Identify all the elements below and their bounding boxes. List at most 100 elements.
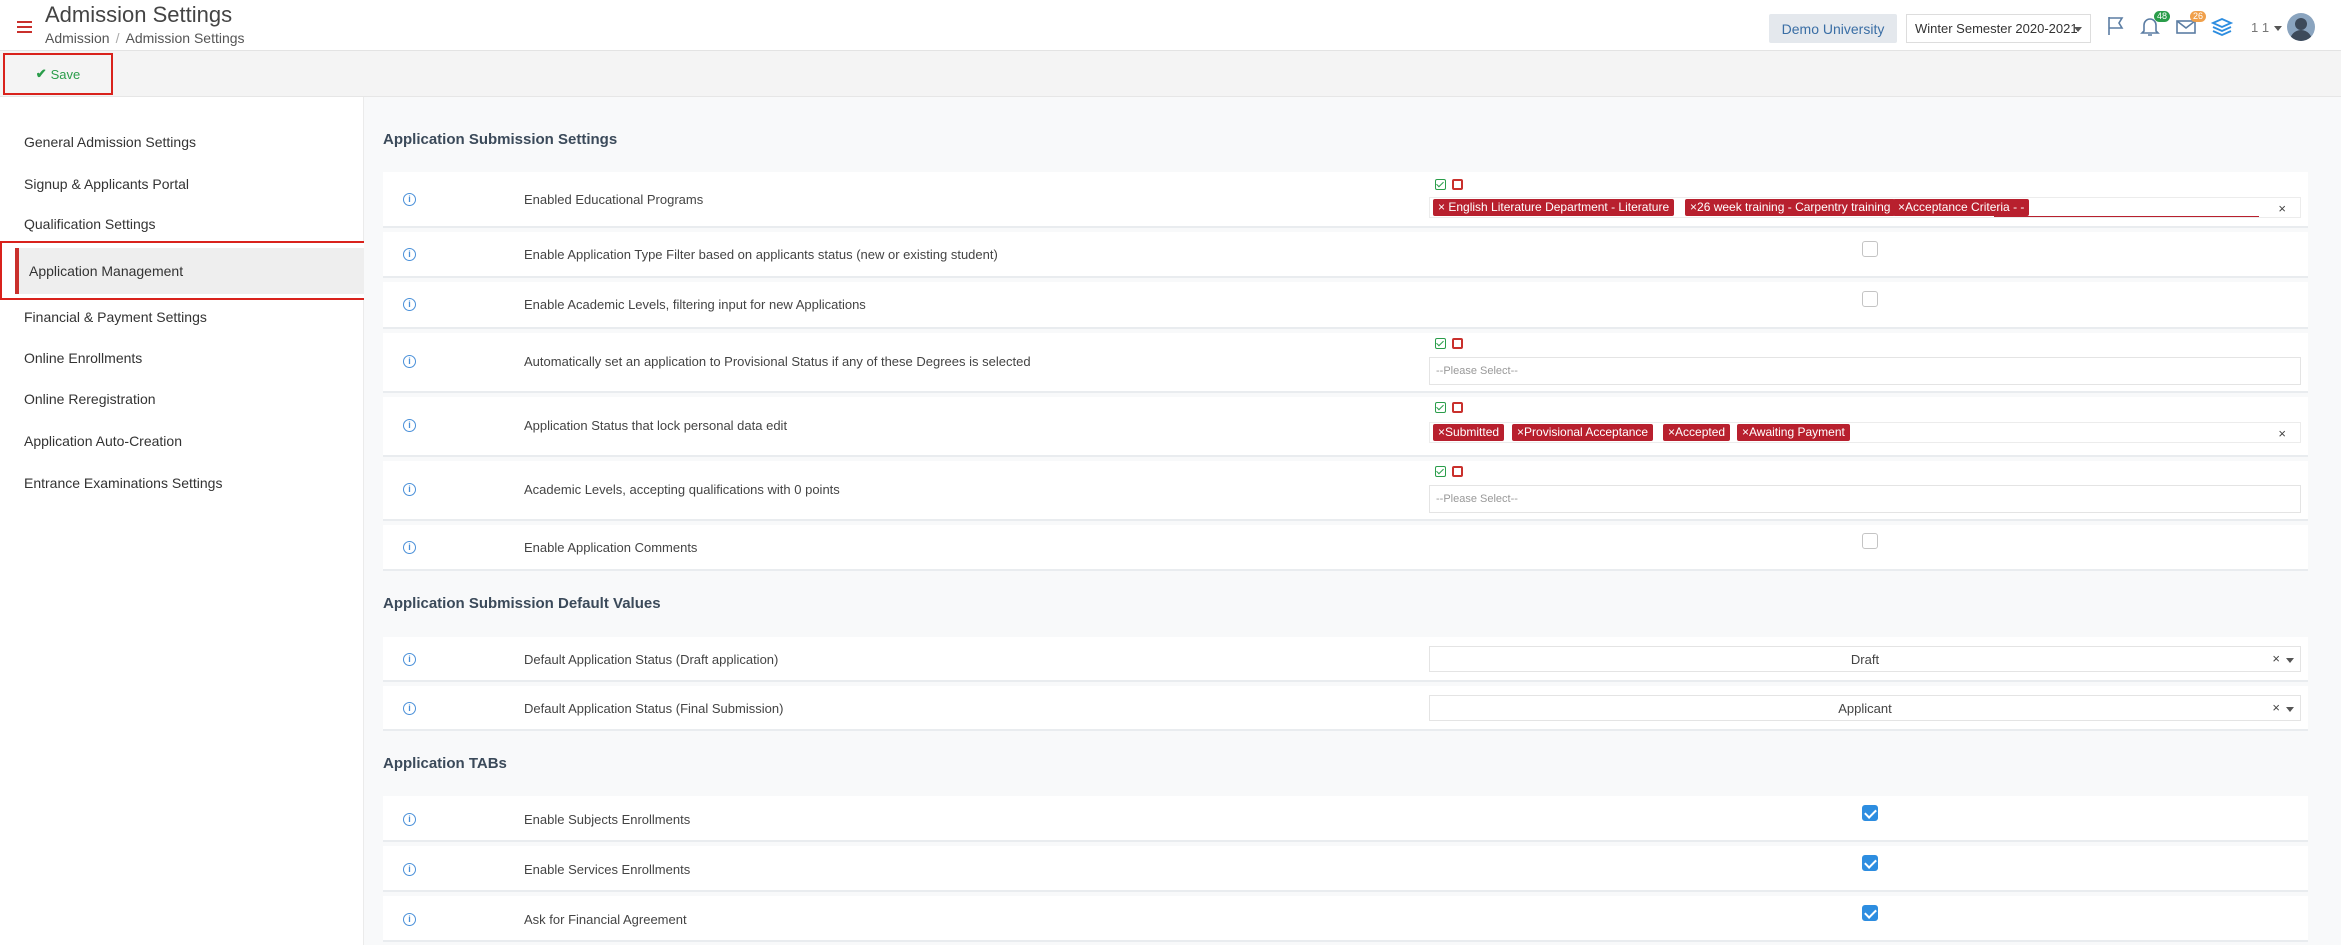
- financial-agreement-checkbox[interactable]: [1862, 905, 1878, 921]
- info-icon[interactable]: i: [403, 702, 416, 715]
- provisional-degrees-select[interactable]: --Please Select--: [1429, 357, 2301, 385]
- draft-status-select[interactable]: Draft ×: [1429, 646, 2301, 672]
- subjects-enrollments-checkbox[interactable]: [1862, 805, 1878, 821]
- educational-programs-tag-input[interactable]: × English Literature Department - Litera…: [1429, 197, 2301, 218]
- top-header: Admission Settings Admission / Admission S…: [0, 0, 2341, 51]
- breadcrumb-link-admission[interactable]: Admission: [45, 30, 110, 46]
- setting-row: i Ask for Financial Agreement: [383, 896, 2308, 942]
- setting-row: i Enable Application Comments: [383, 525, 2308, 571]
- application-type-filter-checkbox[interactable]: [1862, 241, 1878, 257]
- info-icon[interactable]: i: [403, 913, 416, 926]
- avatar[interactable]: [2287, 13, 2315, 41]
- clear-icon[interactable]: ×: [2272, 651, 2280, 666]
- info-icon[interactable]: i: [403, 193, 416, 206]
- breadcrumb-separator: /: [115, 30, 120, 46]
- user-label[interactable]: 1 1: [2251, 20, 2269, 35]
- setting-label: Enable Services Enrollments: [524, 862, 691, 877]
- deselect-all-icon[interactable]: [1452, 402, 1463, 413]
- setting-row: i Default Application Status (Draft appl…: [383, 637, 2308, 682]
- section-title-tabs: Application TABs: [383, 755, 507, 772]
- sidebar-item-online-enrollments[interactable]: Online Enrollments: [24, 350, 142, 366]
- services-enrollments-checkbox[interactable]: [1862, 855, 1878, 871]
- setting-row: i Enable Subjects Enrollments: [383, 796, 2308, 842]
- setting-label: Enable Application Comments: [524, 540, 698, 555]
- tag-chip[interactable]: ×Awaiting Payment: [1737, 424, 1850, 441]
- setting-label: Application Status that lock personal da…: [524, 418, 788, 433]
- setting-row: i Enable Academic Levels, filtering inpu…: [383, 282, 2308, 329]
- lock-status-tag-input[interactable]: ×Submitted ×Provisional Acceptance ×Acce…: [1429, 422, 2301, 443]
- input-underline: [1994, 216, 2259, 217]
- sidebar-item-online-reregistration[interactable]: Online Reregistration: [24, 391, 156, 407]
- sidebar-item-general-admission[interactable]: General Admission Settings: [24, 134, 196, 150]
- chevron-down-icon: [2286, 658, 2294, 663]
- select-all-icon[interactable]: [1435, 338, 1446, 349]
- application-comments-checkbox[interactable]: [1862, 533, 1878, 549]
- sidebar-item-auto-creation[interactable]: Application Auto-Creation: [24, 433, 182, 449]
- select-all-icon[interactable]: [1435, 179, 1446, 190]
- tag-chip[interactable]: × English Literature Department - Litera…: [1433, 199, 1675, 216]
- setting-row: i Automatically set an application to Pr…: [383, 333, 2308, 393]
- chevron-down-icon[interactable]: [2274, 26, 2282, 31]
- sidebar-item-signup-portal[interactable]: Signup & Applicants Portal: [24, 176, 189, 192]
- messages-badge: 26: [2189, 11, 2206, 22]
- info-icon[interactable]: i: [403, 863, 416, 876]
- academic-levels-filter-checkbox[interactable]: [1862, 291, 1878, 307]
- info-icon[interactable]: i: [403, 248, 416, 261]
- save-button[interactable]: ✔ Save: [3, 53, 113, 95]
- setting-row: i Application Status that lock personal …: [383, 397, 2308, 457]
- deselect-all-icon[interactable]: [1452, 466, 1463, 477]
- info-icon[interactable]: i: [403, 355, 416, 368]
- clear-icon[interactable]: ×: [2278, 201, 2286, 216]
- semester-value: Winter Semester 2020-2021: [1915, 21, 2078, 36]
- tag-chip[interactable]: ×Accepted: [1663, 424, 1731, 441]
- setting-label: Ask for Financial Agreement: [524, 912, 687, 927]
- tag-chip[interactable]: ×26 week training - Carpentry training: [1685, 199, 1896, 216]
- flag-icon[interactable]: [2104, 14, 2132, 40]
- select-all-icon[interactable]: [1435, 402, 1446, 413]
- section-title-submission: Application Submission Settings: [383, 131, 618, 148]
- sidebar-item-label: Application Management: [15, 248, 367, 294]
- save-label: Save: [50, 66, 81, 82]
- bell-icon[interactable]: 48: [2138, 11, 2170, 40]
- zero-points-levels-select[interactable]: --Please Select--: [1429, 485, 2301, 513]
- chevron-down-icon: [2074, 27, 2082, 32]
- check-icon: ✔: [35, 66, 47, 81]
- toolbar: ✔ Save: [0, 51, 2341, 97]
- info-icon[interactable]: i: [403, 653, 416, 666]
- deselect-all-icon[interactable]: [1452, 338, 1463, 349]
- notifications-badge: 48: [2153, 11, 2170, 22]
- tag-chip[interactable]: ×Acceptance Criteria - -: [1893, 199, 2030, 216]
- tag-chip[interactable]: ×Submitted: [1433, 424, 1505, 441]
- envelope-icon[interactable]: 26: [2174, 11, 2206, 40]
- clear-icon[interactable]: ×: [2278, 426, 2286, 441]
- sidebar-item-entrance-exams[interactable]: Entrance Examinations Settings: [24, 475, 222, 491]
- select-all-icon[interactable]: [1435, 466, 1446, 477]
- info-icon[interactable]: i: [403, 419, 416, 432]
- setting-label: Default Application Status (Final Submis…: [524, 701, 784, 716]
- setting-label: Enable Application Type Filter based on …: [524, 247, 998, 262]
- final-status-select[interactable]: Applicant ×: [1429, 695, 2301, 721]
- sidebar-item-qualification[interactable]: Qualification Settings: [24, 216, 156, 232]
- sidebar-item-application-management[interactable]: Application Management: [0, 241, 373, 300]
- setting-label: Enable Academic Levels, filtering input …: [524, 297, 866, 312]
- setting-label: Academic Levels, accepting qualification…: [524, 482, 840, 497]
- setting-label: Enabled Educational Programs: [524, 192, 704, 207]
- semester-select[interactable]: Winter Semester 2020-2021: [1906, 14, 2091, 43]
- info-icon[interactable]: i: [403, 541, 416, 554]
- deselect-all-icon[interactable]: [1452, 179, 1463, 190]
- university-button[interactable]: Demo University: [1769, 14, 1897, 43]
- setting-row: i Enable Application Type Filter based o…: [383, 232, 2308, 278]
- tag-chip[interactable]: ×Provisional Acceptance: [1512, 424, 1654, 441]
- info-icon[interactable]: i: [403, 813, 416, 826]
- layers-icon[interactable]: [2210, 14, 2238, 40]
- section-title-defaults: Application Submission Default Values: [383, 595, 661, 612]
- setting-label: Automatically set an application to Prov…: [524, 354, 1031, 369]
- clear-icon[interactable]: ×: [2272, 700, 2280, 715]
- select-value: Applicant: [1838, 701, 1892, 716]
- info-icon[interactable]: i: [403, 298, 416, 311]
- info-icon[interactable]: i: [403, 483, 416, 496]
- hamburger-menu-icon[interactable]: [17, 21, 32, 33]
- setting-row: i Enable Services Enrollments: [383, 846, 2308, 892]
- sidebar-item-financial-payment[interactable]: Financial & Payment Settings: [24, 309, 207, 325]
- page-title: Admission Settings: [45, 2, 233, 27]
